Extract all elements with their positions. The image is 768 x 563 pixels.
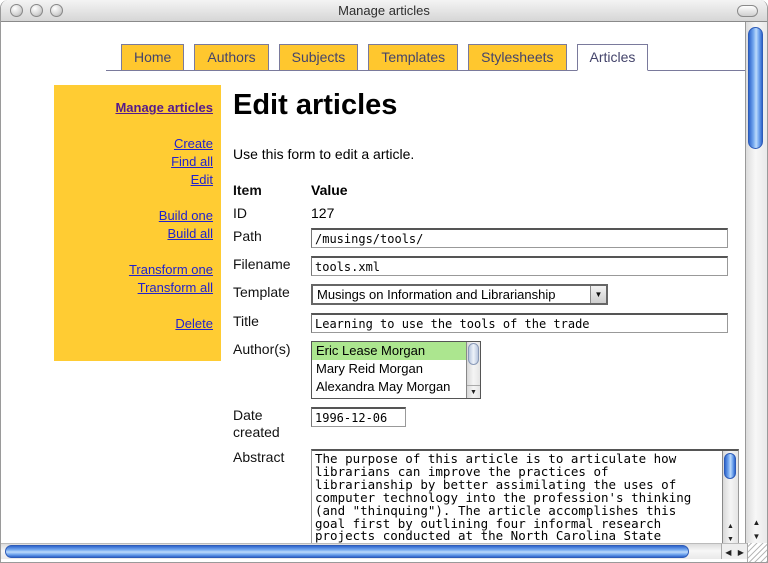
author-option-selected[interactable]: Eric Lease Morgan: [312, 342, 466, 360]
sidebar-link-create[interactable]: Create: [62, 135, 213, 153]
tab-bar: Home Authors Subjects Templates Styleshe…: [106, 44, 745, 71]
vertical-scrollbar[interactable]: ▲ ▼: [745, 22, 767, 543]
sidebar-link-find-all[interactable]: Find all: [62, 153, 213, 171]
template-row: Template Musings on Information and Libr…: [233, 282, 728, 305]
filename-label: Filename: [233, 254, 311, 276]
abstract-row: Abstract The purpose of this article is …: [233, 447, 728, 543]
horizontal-scroll-arrows: ◀ ▶: [721, 543, 747, 559]
tab-authors[interactable]: Authors: [194, 44, 268, 71]
abstract-scroll-down-icon[interactable]: ▼: [723, 533, 738, 543]
abstract-scroll-up-icon[interactable]: ▲: [723, 520, 738, 533]
path-input[interactable]: [311, 228, 728, 248]
sidebar-link-transform-one[interactable]: Transform one: [62, 261, 213, 279]
scroll-down-icon[interactable]: ▼: [746, 529, 767, 543]
id-label: ID: [233, 203, 311, 222]
page-title: Edit articles: [233, 85, 728, 122]
abstract-scrollbar[interactable]: ▲ ▼: [722, 451, 738, 543]
author-option[interactable]: Mary Reid Morgan: [312, 360, 466, 378]
authors-scrollbar[interactable]: ▼: [466, 342, 480, 398]
tab-stylesheets[interactable]: Stylesheets: [468, 44, 566, 71]
filename-input[interactable]: [311, 256, 728, 276]
scroll-left-icon[interactable]: ◀: [722, 544, 735, 560]
table-header-row: Item Value: [233, 180, 728, 199]
vertical-scroll-arrows: ▲ ▼: [746, 515, 767, 543]
dropdown-arrow-icon[interactable]: ▼: [590, 286, 606, 303]
filename-row: Filename: [233, 254, 728, 276]
abstract-textarea[interactable]: The purpose of this article is to articu…: [311, 449, 739, 543]
sidebar-group: Transform one Transform all: [62, 261, 213, 297]
abstract-scrollbar-thumb[interactable]: [724, 453, 736, 479]
title-row: Title: [233, 311, 728, 333]
abstract-text: The purpose of this article is to articu…: [312, 451, 722, 543]
page-content: Home Authors Subjects Templates Styleshe…: [1, 22, 745, 543]
authors-scroll-down-icon[interactable]: ▼: [467, 385, 480, 398]
sidebar-link-edit[interactable]: Edit: [62, 171, 213, 189]
sidebar-group: Create Find all Edit: [62, 135, 213, 189]
path-label: Path: [233, 226, 311, 248]
column-header-item: Item: [233, 180, 311, 199]
tab-subjects[interactable]: Subjects: [279, 44, 359, 71]
template-select[interactable]: Musings on Information and Librarianship…: [311, 284, 608, 305]
window-title: Manage articles: [1, 3, 767, 18]
vertical-scrollbar-thumb[interactable]: [748, 27, 763, 149]
scroll-right-icon[interactable]: ▶: [735, 544, 748, 560]
scroll-up-icon[interactable]: ▲: [746, 515, 767, 529]
author-option[interactable]: Alexandra May Morgan: [312, 378, 466, 396]
sidebar-link-build-one[interactable]: Build one: [62, 207, 213, 225]
tab-articles[interactable]: Articles: [577, 44, 649, 71]
sidebar-group: Delete: [62, 315, 213, 333]
sidebar-group: Build one Build all: [62, 207, 213, 243]
sidebar-link-manage-articles[interactable]: Manage articles: [62, 99, 213, 117]
sidebar-link-build-all[interactable]: Build all: [62, 225, 213, 243]
date-created-input[interactable]: [311, 407, 406, 427]
tab-templates[interactable]: Templates: [368, 44, 458, 71]
edit-form: Item Value ID 127 Path: [233, 180, 728, 543]
authors-scrollbar-thumb[interactable]: [468, 343, 479, 365]
id-value: 127: [311, 203, 728, 222]
window-bottom-bar: ◀ ▶: [1, 543, 767, 563]
authors-label: Author(s): [233, 339, 311, 399]
authors-listbox[interactable]: Eric Lease Morgan Mary Reid Morgan Alexa…: [311, 341, 481, 399]
title-input[interactable]: [311, 313, 728, 333]
resize-grip[interactable]: [747, 543, 767, 563]
horizontal-scrollbar-thumb[interactable]: [5, 545, 689, 558]
windowshade-button[interactable]: [737, 5, 758, 17]
sidebar: Manage articles Create Find all Edit Bui…: [54, 85, 221, 361]
app-window: Manage articles Home Authors Subjects Te…: [0, 0, 768, 563]
path-row: Path: [233, 226, 728, 248]
title-label: Title: [233, 311, 311, 333]
id-row: ID 127: [233, 203, 728, 222]
main-panel: Edit articles Use this form to edit a ar…: [233, 85, 728, 543]
date-created-row: Date created: [233, 405, 728, 441]
date-created-label: Date created: [233, 405, 311, 441]
authors-row: Author(s) Eric Lease Morgan Mary Reid Mo…: [233, 339, 728, 399]
horizontal-scrollbar[interactable]: [1, 543, 721, 559]
template-select-value: Musings on Information and Librarianship: [313, 287, 590, 302]
titlebar[interactable]: Manage articles: [1, 0, 767, 22]
sidebar-link-delete[interactable]: Delete: [62, 315, 213, 333]
tab-home[interactable]: Home: [121, 44, 184, 71]
sidebar-link-transform-all[interactable]: Transform all: [62, 279, 213, 297]
template-label: Template: [233, 282, 311, 305]
intro-text: Use this form to edit a article.: [233, 146, 728, 162]
authors-options: Eric Lease Morgan Mary Reid Morgan Alexa…: [312, 342, 466, 398]
abstract-label: Abstract: [233, 447, 311, 543]
column-header-value: Value: [311, 180, 728, 199]
abstract-scroll-arrows: ▲ ▼: [723, 520, 738, 543]
